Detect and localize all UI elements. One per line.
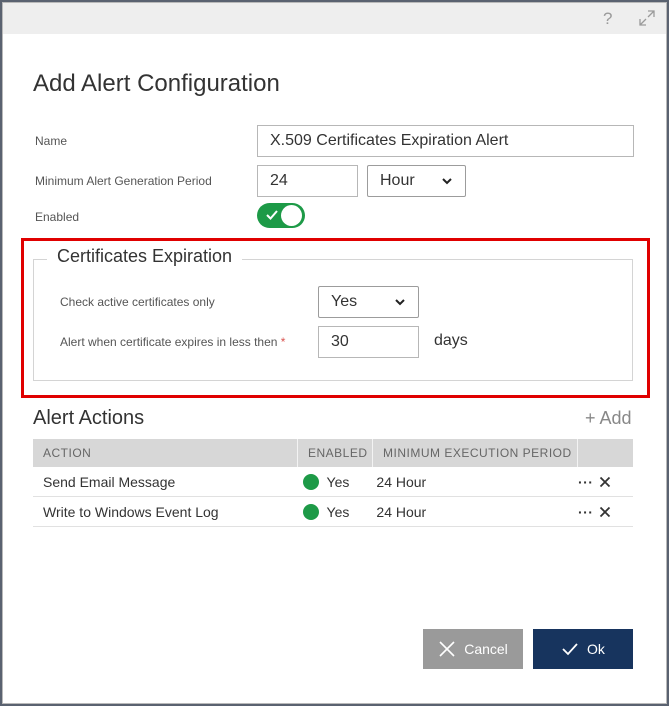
column-header-enabled: ENABLED: [297, 439, 372, 467]
table-row[interactable]: Write to Windows Event Log Yes 24 Hour ·…: [33, 497, 633, 527]
status-dot-icon: [302, 473, 319, 490]
name-label: Name: [35, 134, 68, 148]
more-icon[interactable]: ···: [578, 474, 594, 490]
name-field[interactable]: X.509 Certificates Expiration Alert: [257, 125, 634, 157]
dialog-title: Add Alert Configuration: [33, 70, 280, 97]
enabled-value: Yes: [326, 503, 350, 520]
period-label: Minimum Alert Generation Period: [35, 174, 212, 188]
more-icon[interactable]: ···: [578, 504, 594, 520]
enabled-cell: Yes: [293, 467, 367, 496]
delete-icon[interactable]: [599, 476, 611, 488]
chevron-down-icon: [442, 178, 452, 185]
period-unit-select[interactable]: Hour: [367, 165, 466, 197]
enabled-cell: Yes: [293, 497, 367, 526]
table-header: ACTION ENABLED MINIMUM EXECUTION PERIOD: [33, 439, 633, 467]
check-icon: [562, 643, 578, 656]
enabled-toggle[interactable]: [257, 203, 305, 228]
dialog-titlebar: ?: [3, 3, 666, 34]
ok-button[interactable]: Ok: [533, 629, 633, 669]
enabled-label: Enabled: [35, 210, 80, 224]
alert-actions-table: ACTION ENABLED MINIMUM EXECUTION PERIOD …: [33, 439, 633, 527]
period-cell: 24 Hour: [376, 473, 427, 490]
check-icon: [266, 210, 278, 220]
toggle-knob: [281, 205, 302, 226]
alert-actions-title: Alert Actions: [33, 407, 145, 429]
period-unit-value: Hour: [380, 172, 415, 189]
row-controls: ···: [568, 497, 633, 526]
highlight-box: [21, 238, 650, 398]
expand-icon[interactable]: [638, 9, 656, 32]
column-header-controls: [577, 439, 633, 467]
column-header-period: MINIMUM EXECUTION PERIOD: [372, 439, 577, 467]
cancel-button[interactable]: Cancel: [423, 629, 523, 669]
delete-icon[interactable]: [599, 506, 611, 518]
table-row[interactable]: Send Email Message Yes 24 Hour ···: [33, 467, 633, 497]
action-name: Send Email Message: [43, 473, 176, 490]
ok-label: Ok: [587, 641, 605, 657]
period-field[interactable]: 24: [257, 165, 358, 197]
add-action-link[interactable]: + Add: [585, 408, 632, 429]
close-icon: [439, 641, 455, 657]
action-name: Write to Windows Event Log: [43, 503, 219, 520]
row-controls: ···: [568, 467, 633, 496]
cancel-label: Cancel: [464, 641, 508, 657]
enabled-value: Yes: [326, 473, 350, 490]
help-icon[interactable]: ?: [603, 9, 612, 29]
status-dot-icon: [302, 503, 319, 520]
period-cell: 24 Hour: [376, 503, 427, 520]
column-header-action: ACTION: [43, 446, 92, 460]
